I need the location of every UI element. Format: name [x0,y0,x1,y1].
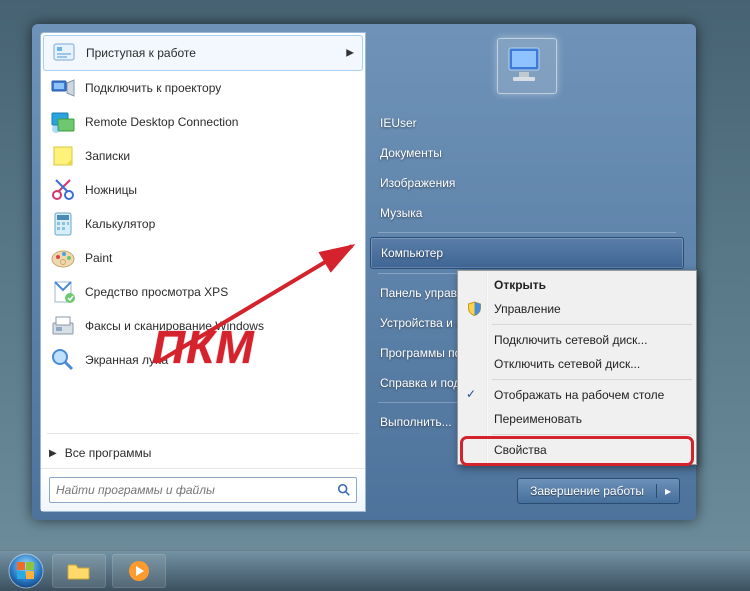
program-item-sticky-notes[interactable]: Записки [43,139,363,173]
context-menu-item[interactable]: Подключить сетевой диск... [460,328,694,352]
media-player-icon [128,560,150,582]
all-programs-button[interactable]: ▶ Все программы [41,438,365,468]
separator [378,232,676,233]
context-menu-separator [492,379,692,380]
program-item-paint[interactable]: Paint [43,241,363,275]
arrow-right-icon: ▶ [49,448,57,459]
right-item-изображения[interactable]: Изображения [366,168,688,198]
right-item-label: Музыка [380,206,422,220]
checkmark-icon: ✓ [466,387,482,403]
projector-icon [49,74,77,102]
search-input[interactable] [50,478,332,502]
right-item-label: Компьютер [381,246,443,260]
xps-icon [49,278,77,306]
program-item-magnifier[interactable]: Экранная лупа [43,343,363,377]
program-item-snipping[interactable]: Ножницы [43,173,363,207]
program-item-fax[interactable]: Факсы и сканирование Windows [43,309,363,343]
right-item-музыка[interactable]: Музыка [366,198,688,228]
fax-icon [49,312,77,340]
right-item-ieuser[interactable]: IEUser [366,108,688,138]
right-item-компьютер[interactable]: Компьютер [370,237,684,269]
context-menu: Открыть Управление Подключить сетевой диск… [457,270,697,465]
right-item-label: IEUser [380,116,417,130]
context-menu-label: Открыть [494,278,546,292]
program-label: Paint [85,251,112,265]
program-label: Подключить к проектору [85,81,221,95]
recent-programs-list: Приступая к работе ▶ Подключить к проектор… [41,33,365,429]
program-item-xps[interactable]: Средство просмотра XPS [43,275,363,309]
right-item-label: Выполнить... [380,415,452,429]
context-menu-item[interactable]: Открыть [460,273,694,297]
right-item-документы[interactable]: Документы [366,138,688,168]
right-item-label: Документы [380,146,442,160]
context-menu-item[interactable]: Переименовать [460,407,694,431]
program-label: Экранная лупа [85,353,168,367]
search-icon[interactable] [332,478,356,502]
program-label: Записки [85,149,130,163]
context-menu-separator [492,324,692,325]
shutdown-area: Завершение работы ▸ [366,470,688,512]
magnifier-icon [49,346,77,374]
program-label: Ножницы [85,183,137,197]
submenu-arrow-icon: ▶ [346,48,354,59]
start-button[interactable] [6,551,46,591]
getting-started-icon [50,39,78,67]
user-picture-frame[interactable] [366,32,688,108]
context-menu-label: Подключить сетевой диск... [494,333,647,347]
program-label: Калькулятор [85,217,155,231]
program-label: Remote Desktop Connection [85,115,238,129]
calc-icon [49,210,77,238]
shutdown-options-arrow-icon[interactable]: ▸ [657,479,679,503]
sticky-notes-icon [49,142,77,170]
shutdown-button[interactable]: Завершение работы ▸ [517,478,680,504]
context-menu-label: Свойства [494,443,547,457]
context-menu-label: Отключить сетевой диск... [494,357,640,371]
all-programs-label: Все программы [65,446,152,460]
program-label: Факсы и сканирование Windows [85,319,264,333]
context-menu-separator [492,434,692,435]
paint-icon [49,244,77,272]
taskbar-media-player-button[interactable] [112,554,166,588]
monitor-icon [497,38,557,94]
search-box[interactable] [49,477,357,503]
program-item-getting-started[interactable]: Приступая к работе ▶ [43,35,363,71]
context-menu-item[interactable]: Управление [460,297,694,321]
context-menu-item[interactable]: Отключить сетевой диск... [460,352,694,376]
context-menu-label: Отображать на рабочем столе [494,388,664,402]
program-item-rdc[interactable]: Remote Desktop Connection [43,105,363,139]
program-label: Средство просмотра XPS [85,285,228,299]
start-menu-left-pane: Приступая к работе ▶ Подключить к проектор… [40,32,366,512]
program-item-calc[interactable]: Калькулятор [43,207,363,241]
context-menu-label: Переименовать [494,412,582,426]
folder-icon [67,561,91,581]
shutdown-label: Завершение работы [518,484,657,498]
search-wrap [41,468,365,511]
desktop: Приступая к работе ▶ Подключить к проектор… [0,0,750,591]
program-label: Приступая к работе [86,46,196,60]
context-menu-item[interactable]: ✓ Отображать на рабочем столе [460,383,694,407]
taskbar[interactable] [0,550,750,591]
shield-icon [467,301,482,316]
rdc-icon [49,108,77,136]
right-item-label: Изображения [380,176,455,190]
program-item-projector[interactable]: Подключить к проектору [43,71,363,105]
context-menu-item[interactable]: Свойства [460,438,694,462]
context-menu-label: Управление [494,302,561,316]
separator [47,433,359,434]
taskbar-explorer-button[interactable] [52,554,106,588]
snipping-icon [49,176,77,204]
